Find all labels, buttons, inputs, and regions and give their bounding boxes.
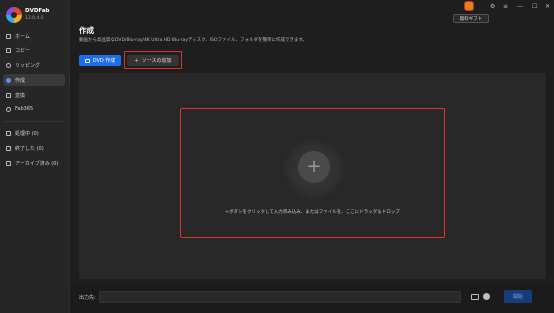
- sidebar-item-fab365[interactable]: Fab365: [3, 103, 65, 115]
- free-gift-button[interactable]: 無料ギフト: [453, 14, 489, 23]
- sidebar-item-label: コピー: [15, 47, 31, 54]
- sidebar-item-label: リッピング: [15, 62, 41, 69]
- output-path-input[interactable]: [99, 291, 461, 303]
- iso-icon[interactable]: [483, 293, 490, 300]
- convert-icon: [6, 92, 11, 98]
- minimize-icon[interactable]: —: [517, 3, 523, 10]
- finished-icon: [6, 145, 11, 151]
- folder-icon[interactable]: [471, 294, 479, 300]
- sidebar-item-label: 変換: [15, 92, 26, 99]
- dvd-icon: [84, 58, 90, 63]
- sidebar-item-home[interactable]: ホーム: [3, 30, 65, 42]
- fab365-icon: [6, 106, 11, 112]
- add-source-button[interactable]: + ソースの追加: [127, 55, 179, 66]
- disc-icon: [6, 77, 11, 83]
- sidebar-item-copy[interactable]: コピー: [3, 44, 65, 56]
- maximize-icon[interactable]: ☐: [532, 3, 537, 10]
- add-source-label: ソースの追加: [141, 58, 172, 64]
- ripper-icon: [6, 62, 11, 68]
- copy-icon: [6, 47, 11, 53]
- app-version: 13.0.4.5: [25, 16, 44, 21]
- processing-icon: [6, 130, 11, 136]
- home-icon: [6, 33, 11, 39]
- page-title: 作成: [79, 26, 94, 35]
- sidebar-item-label: アーカイブ済み (0): [15, 160, 59, 167]
- settings-icon[interactable]: ⚙: [490, 3, 495, 10]
- dvd-create-label: DVD 作成: [92, 58, 116, 64]
- sidebar-item-label: 処理中 (0): [15, 130, 39, 137]
- sidebar-item-processing[interactable]: 処理中 (0): [3, 127, 65, 139]
- start-button[interactable]: 開始: [504, 290, 532, 303]
- sidebar-divider: [4, 121, 64, 122]
- archive-icon: [6, 160, 11, 166]
- page-description: 動画から高品質なDVD/Blu-ray/4K Ultra HD Blu-rayデ…: [79, 38, 308, 43]
- app-brand: DVDFab: [25, 8, 50, 14]
- sidebar-item-label: 作成: [15, 77, 26, 84]
- sidebar-item-convert[interactable]: 変換: [3, 89, 65, 101]
- add-file-button[interactable]: +: [298, 151, 330, 183]
- app-logo: [6, 7, 22, 23]
- sidebar-item-finished[interactable]: 終了した (0): [3, 142, 65, 154]
- plus-icon: +: [134, 57, 139, 64]
- sidebar-item-create[interactable]: 作成: [3, 74, 65, 86]
- sidebar-item-label: ホーム: [15, 33, 30, 40]
- sidebar-item-label: 終了した (0): [15, 145, 44, 152]
- drop-hint-text: +ボタンをクリックして入力済み込み、またはファイルを、ここにドラッグ＆ドロップ: [225, 210, 400, 215]
- dvd-create-button[interactable]: DVD 作成: [79, 55, 121, 66]
- sidebar-item-archived[interactable]: アーカイブ済み (0): [3, 157, 65, 169]
- output-label: 出力先:: [79, 295, 96, 301]
- user-avatar[interactable]: [464, 1, 474, 11]
- sidebar: DVDFab 13.0.4.5 ホーム コピー リッピング 作成 変換 Fab3…: [0, 0, 70, 313]
- sidebar-item-ripping[interactable]: リッピング: [3, 59, 65, 71]
- menu-icon[interactable]: ≡: [503, 3, 508, 10]
- sidebar-item-label: Fab365: [15, 106, 34, 112]
- close-icon[interactable]: ✕: [545, 3, 550, 10]
